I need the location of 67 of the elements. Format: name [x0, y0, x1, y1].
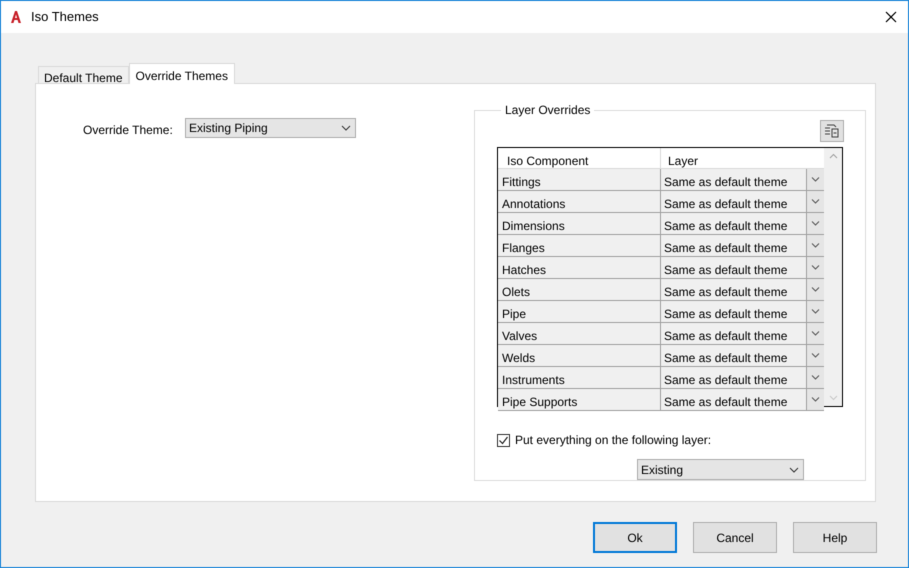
tab[interactable]: Default Theme [38, 66, 128, 83]
scrollbar[interactable] [824, 148, 842, 406]
layer-dropdown-cell[interactable]: Same as default theme [661, 279, 824, 300]
table-cell: Valves [498, 323, 661, 344]
dropdown-button[interactable] [806, 345, 824, 366]
layer-dropdown-cell[interactable]: Same as default theme [661, 345, 824, 366]
tab[interactable]: Override Themes [128, 63, 235, 84]
chevron-down-icon [811, 331, 820, 336]
layer-dropdown-cell[interactable]: Same as default theme [661, 301, 824, 322]
chevron-down-icon [341, 125, 351, 131]
app-logo-icon [9, 10, 23, 24]
field-label: Override Theme: [83, 122, 174, 139]
table-cell: Flanges [498, 235, 661, 256]
chevron-down-icon [811, 353, 820, 358]
chevron-down-icon [789, 466, 799, 472]
table-cell: Instruments [498, 367, 661, 388]
table-cell: Pipe [498, 301, 661, 322]
chevron-down-icon [811, 243, 820, 248]
layer-dropdown-cell[interactable]: Same as default theme [661, 323, 824, 344]
checkbox[interactable] [497, 434, 510, 446]
chevron-down-icon [811, 177, 820, 182]
column-header[interactable]: Iso Component [498, 148, 661, 168]
chevron-down-icon [811, 287, 820, 292]
chevron-down-icon [811, 265, 820, 270]
chevron-down-icon [811, 199, 820, 204]
dropdown-button[interactable] [806, 235, 824, 256]
layer-dropdown-cell[interactable]: Same as default theme [661, 389, 824, 410]
chevron-down-icon [811, 309, 820, 314]
table-cell: Dimensions [498, 213, 661, 234]
theme-dropdown[interactable]: Existing Piping [185, 118, 356, 138]
chevron-down-icon [811, 375, 820, 380]
dropdown-button[interactable] [806, 257, 824, 278]
dropdown-button[interactable] [806, 213, 824, 234]
dropdown-button[interactable] [806, 191, 824, 212]
dropdown-button[interactable] [806, 301, 824, 322]
chevron-down-icon [811, 221, 820, 226]
dropdown-button[interactable] [806, 367, 824, 388]
close-icon[interactable] [885, 11, 897, 23]
column-header[interactable]: Layer [661, 148, 824, 168]
checkbox-label: Put everything on the following layer: [515, 432, 712, 449]
dropdown-button[interactable] [806, 323, 824, 344]
dialog-button[interactable]: Help [793, 522, 877, 553]
layer-dropdown[interactable]: Existing [637, 459, 804, 480]
scroll-up-icon[interactable] [828, 153, 838, 159]
group-title: Layer Overrides [504, 102, 592, 119]
layer-dropdown-cell[interactable]: Same as default theme [661, 367, 824, 388]
import-button[interactable] [820, 120, 844, 142]
dropdown-button[interactable] [806, 169, 824, 190]
layer-dropdown-cell[interactable]: Same as default theme [661, 257, 824, 278]
layer-dropdown-cell[interactable]: Same as default theme [661, 169, 824, 190]
dialog-button[interactable]: Ok [593, 522, 677, 553]
table-cell: Olets [498, 279, 661, 300]
dropdown-button[interactable] [806, 279, 824, 300]
layer-dropdown-cell[interactable]: Same as default theme [661, 235, 824, 256]
list-icon [824, 123, 840, 139]
table-cell: Fittings [498, 169, 661, 190]
layer-dropdown-cell[interactable]: Same as default theme [661, 191, 824, 212]
chevron-down-icon [811, 397, 820, 402]
table-cell: Annotations [498, 191, 661, 212]
table-cell: Pipe Supports [498, 389, 661, 410]
dropdown-button[interactable] [806, 389, 824, 410]
window-title: Iso Themes [31, 8, 99, 26]
dialog-button[interactable]: Cancel [693, 522, 777, 553]
table-cell: Hatches [498, 257, 661, 278]
layer-dropdown-cell[interactable]: Same as default theme [661, 213, 824, 234]
table-cell: Welds [498, 345, 661, 366]
check-icon [498, 434, 509, 446]
